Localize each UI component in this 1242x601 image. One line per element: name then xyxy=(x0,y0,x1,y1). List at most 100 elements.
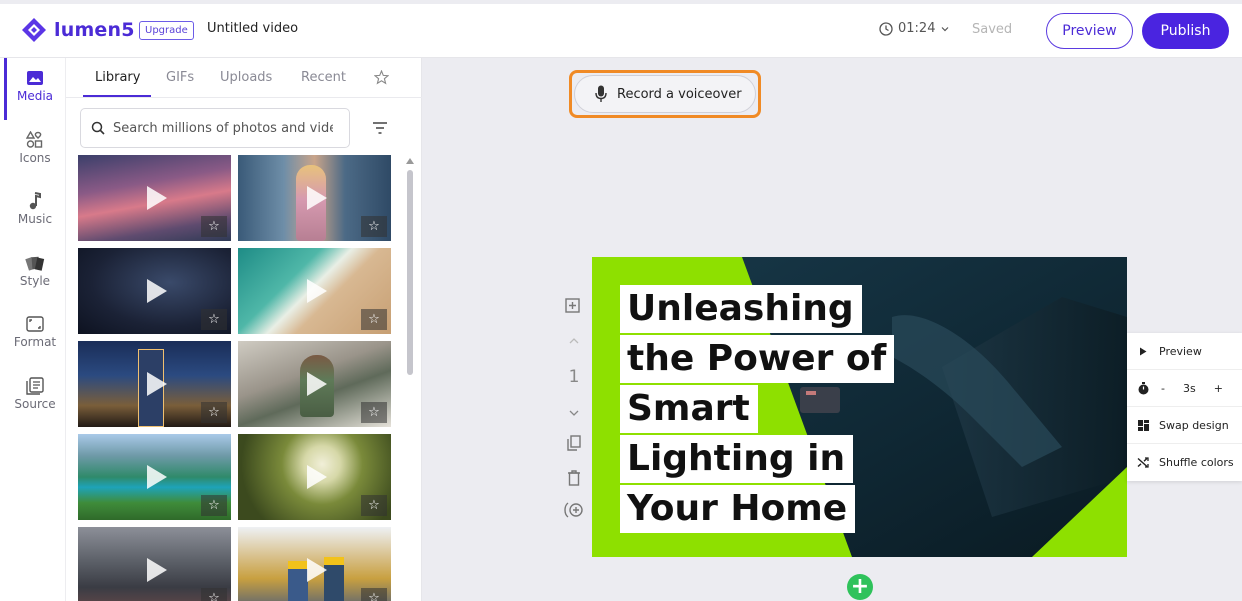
media-scrollbar[interactable] xyxy=(406,158,414,601)
duration-dropdown[interactable]: 01:24 xyxy=(879,21,950,36)
top-bar: lumen5 Upgrade Untitled video 01:24 Save… xyxy=(0,4,1242,58)
scene-number: 1 xyxy=(568,367,580,387)
microphone-icon xyxy=(595,85,607,102)
media-thumbnail[interactable]: ☆ xyxy=(78,527,231,601)
play-icon xyxy=(146,186,167,210)
favorite-star-icon[interactable]: ☆ xyxy=(361,216,387,237)
scroll-thumb[interactable] xyxy=(407,170,413,375)
duration-increase-button[interactable]: + xyxy=(1214,382,1223,395)
shuffle-colors-button[interactable]: Shuffle colors xyxy=(1127,444,1242,481)
shuffle-colors-label: Shuffle colors xyxy=(1159,456,1234,469)
rail-item-icons[interactable]: Icons xyxy=(6,120,64,174)
aspect-ratio-icon xyxy=(25,314,45,334)
search-box[interactable] xyxy=(80,108,350,148)
scene-duration-control: - 3s + xyxy=(1127,370,1242,407)
media-panel: Library GIFs Uploads Recent ☆ ☆ xyxy=(66,58,422,601)
rail-item-format[interactable]: Format xyxy=(6,304,64,358)
favorite-star-icon[interactable]: ☆ xyxy=(361,495,387,516)
tab-uploads[interactable]: Uploads xyxy=(220,70,272,85)
play-icon xyxy=(1136,347,1150,356)
favorite-star-icon[interactable]: ☆ xyxy=(361,588,387,601)
favorite-star-icon[interactable]: ☆ xyxy=(201,588,227,601)
play-icon xyxy=(306,558,327,582)
search-input[interactable] xyxy=(113,120,333,136)
headline-line: Lighting in xyxy=(620,435,854,483)
media-thumbnail[interactable]: ☆ xyxy=(78,341,231,427)
scene-preview-button[interactable]: Preview xyxy=(1127,333,1242,370)
duration-value: 01:24 xyxy=(898,21,936,36)
swap-design-label: Swap design xyxy=(1159,418,1229,432)
play-icon xyxy=(146,279,167,303)
palette-icon xyxy=(25,253,45,273)
shapes-icon xyxy=(25,130,45,150)
tab-recent[interactable]: Recent xyxy=(301,70,346,85)
shuffle-icon xyxy=(1136,457,1150,468)
tab-gifs[interactable]: GIFs xyxy=(166,70,194,85)
favorite-star-icon[interactable]: ☆ xyxy=(201,216,227,237)
publish-button[interactable]: Publish xyxy=(1142,13,1229,49)
rail-label: Music xyxy=(17,212,53,226)
media-grid: ☆ ☆ ☆ ☆ ☆ ☆ ☆ ☆ ☆ ☆ xyxy=(78,155,394,601)
media-thumbnail[interactable]: ☆ xyxy=(238,155,391,241)
slide-headline[interactable]: Unleashing the Power of Smart Lighting i… xyxy=(620,285,895,535)
voiceover-label: Record a voiceover xyxy=(617,86,742,102)
favorite-star-icon[interactable]: ☆ xyxy=(201,309,227,330)
active-tab-indicator xyxy=(83,95,151,97)
add-scene-inline-icon[interactable] xyxy=(560,498,588,522)
media-thumbnail[interactable]: ☆ xyxy=(238,341,391,427)
play-icon xyxy=(146,558,167,582)
rail-item-source[interactable]: Source xyxy=(6,366,64,420)
media-thumbnail[interactable]: ☆ xyxy=(238,248,391,334)
record-voiceover-button[interactable]: Record a voiceover xyxy=(574,75,756,113)
media-thumbnail[interactable]: ☆ xyxy=(238,434,391,520)
rail-label: Media xyxy=(16,89,54,103)
scene-preview-label: Preview xyxy=(1159,344,1202,358)
rail-item-music[interactable]: Music xyxy=(6,181,64,235)
stopwatch-icon xyxy=(1136,381,1150,395)
media-thumbnail[interactable]: ☆ xyxy=(78,248,231,334)
rail-item-media[interactable]: Media xyxy=(6,58,64,112)
rail-item-style[interactable]: Style xyxy=(6,243,64,297)
play-icon xyxy=(306,372,327,396)
duration-value: 3s xyxy=(1183,381,1196,395)
clock-icon xyxy=(879,21,893,36)
favorite-star-icon[interactable]: ☆ xyxy=(361,402,387,423)
layout-grid-icon xyxy=(1136,419,1150,431)
worker-figure xyxy=(324,557,344,601)
media-tabs: Library GIFs Uploads Recent xyxy=(66,58,422,98)
media-thumbnail[interactable]: ☆ xyxy=(238,527,391,601)
scene-slide[interactable]: Unleashing the Power of Smart Lighting i… xyxy=(592,257,1127,557)
add-scene-button[interactable]: + xyxy=(847,574,873,600)
rail-label: Format xyxy=(13,335,57,349)
media-thumbnail[interactable]: ☆ xyxy=(78,155,231,241)
favorites-star-icon[interactable] xyxy=(374,70,389,85)
logo[interactable]: lumen5 xyxy=(20,16,135,44)
favorite-star-icon[interactable]: ☆ xyxy=(201,402,227,423)
play-icon xyxy=(306,465,327,489)
save-status: Saved xyxy=(972,22,1013,37)
rail-label: Style xyxy=(19,274,51,288)
trash-icon[interactable] xyxy=(560,466,588,490)
add-text-icon[interactable] xyxy=(560,295,588,319)
scroll-up-arrow-icon[interactable] xyxy=(406,158,414,164)
brand-name: lumen5 xyxy=(54,19,135,41)
chevron-down-icon xyxy=(942,26,949,31)
chevron-down-icon[interactable] xyxy=(560,401,588,425)
upgrade-button[interactable]: Upgrade xyxy=(139,21,194,40)
lumen5-logo-icon xyxy=(22,18,46,42)
duplicate-icon[interactable] xyxy=(560,431,588,455)
tab-library[interactable]: Library xyxy=(95,70,140,85)
filter-icon[interactable] xyxy=(372,121,388,135)
scene-menu: Preview - 3s + Swap design Shuffle color… xyxy=(1127,333,1242,481)
chevron-up-icon[interactable] xyxy=(560,329,588,353)
duration-decrease-button[interactable]: - xyxy=(1161,382,1173,395)
video-title[interactable]: Untitled video xyxy=(207,21,298,36)
media-thumbnail[interactable]: ☆ xyxy=(78,434,231,520)
preview-button[interactable]: Preview xyxy=(1046,13,1133,49)
favorite-star-icon[interactable]: ☆ xyxy=(201,495,227,516)
favorite-star-icon[interactable]: ☆ xyxy=(361,309,387,330)
headline-line: the Power of xyxy=(620,335,895,383)
tool-rail: Media Icons Music Style Format Source xyxy=(0,58,66,601)
swap-design-button[interactable]: Swap design xyxy=(1127,407,1242,444)
play-icon xyxy=(146,372,167,396)
